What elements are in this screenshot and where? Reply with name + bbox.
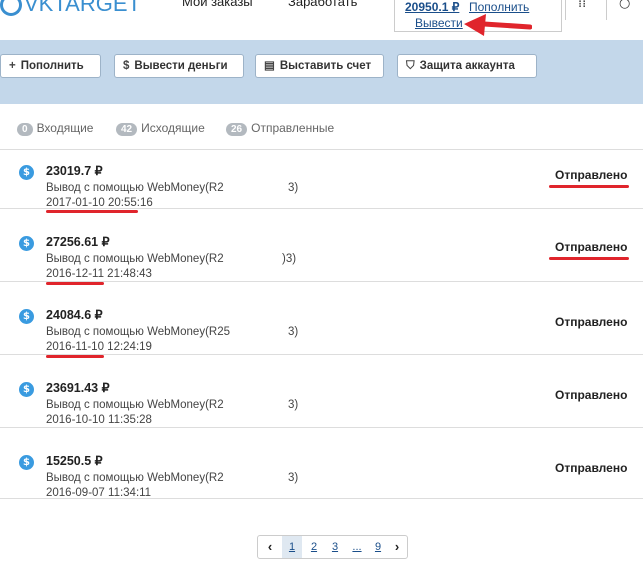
transaction-status: Отправлено	[555, 168, 628, 182]
tab-count-badge: 42	[116, 123, 138, 136]
next-page-icon[interactable]: ›	[386, 536, 408, 558]
issue-invoice-button[interactable]: ▤ Выставить счет	[255, 54, 384, 78]
red-underline-mark	[549, 185, 629, 188]
tab-count-badge: 26	[226, 123, 248, 136]
nav-earn[interactable]: Заработать	[288, 0, 357, 9]
list-divider	[0, 498, 643, 499]
tab-label: Исходящие	[141, 121, 205, 135]
dollar-coin-icon: $	[19, 455, 34, 470]
transaction-amount: 23019.7 ₽	[46, 164, 103, 178]
logo-text: VKTARGET	[24, 0, 141, 16]
pagination: ‹ 1 2 3 ... 9 ›	[257, 535, 408, 559]
shield-icon: ⛉	[406, 60, 415, 72]
transaction-status: Отправлено	[555, 461, 628, 475]
withdraw-money-button-label: Вывести деньги	[134, 60, 228, 72]
action-bar: + Пополнить $ Вывести деньги ▤ Выставить сч…	[0, 40, 643, 104]
transaction-amount: 15250.5 ₽	[46, 454, 103, 468]
topup-button-label: Пополнить	[20, 60, 84, 72]
dollar-coin-icon: $	[19, 165, 34, 180]
page-link-1[interactable]: 1	[282, 536, 302, 558]
transaction-description: Вывод с помощью WebMoney(R2	[46, 182, 224, 194]
stats-icon-box[interactable]: ⁞⁞	[565, 0, 605, 20]
withdraw-link[interactable]: Вывести	[415, 16, 463, 30]
dollar-coin-icon: $	[19, 382, 34, 397]
transaction-description-tail: 3)	[288, 399, 299, 411]
transaction-status: Отправлено	[555, 240, 628, 254]
transaction-date: 2016-11-10 12:24:19	[46, 341, 152, 353]
account-protection-button[interactable]: ⛉ Защита аккаунта	[397, 54, 537, 78]
tab-count-badge: 0	[17, 123, 33, 136]
logo[interactable]: VKTARGET	[0, 0, 141, 17]
transaction-status: Отправлено	[555, 388, 628, 402]
tab-outgoing[interactable]: 42 Исходящие	[116, 121, 205, 136]
page-link-9[interactable]: 9	[368, 536, 388, 558]
transaction-amount: 23691.43 ₽	[46, 381, 110, 395]
balance-amount[interactable]: 20950.1 ₽	[405, 0, 459, 14]
transaction-row: $ 15250.5 ₽ Вывод с помощью WebMoney(R2 …	[0, 427, 643, 500]
transaction-description: Вывод с помощью WebMoney(R25	[46, 326, 230, 338]
transaction-description-tail: 3)	[288, 472, 299, 484]
tab-sent[interactable]: 26 Отправленные	[226, 121, 334, 136]
red-arrow-icon	[464, 14, 532, 36]
prev-page-icon[interactable]: ‹	[258, 536, 282, 558]
red-underline-mark	[549, 257, 629, 260]
dollar-icon: $	[123, 60, 130, 72]
power-icon: ○	[619, 0, 631, 11]
topup-button[interactable]: + Пополнить	[0, 54, 101, 78]
transaction-row: $ 23691.43 ₽ Вывод с помощью WebMoney(R2…	[0, 354, 643, 427]
transaction-description-tail: 3)	[288, 182, 299, 194]
transaction-row: $ 24084.6 ₽ Вывод с помощью WebMoney(R25…	[0, 281, 643, 358]
dollar-coin-icon: $	[19, 309, 34, 324]
transaction-description-tail: 3)	[288, 326, 299, 338]
tab-label: Входящие	[36, 121, 94, 135]
plus-icon: +	[9, 60, 16, 72]
page-link-3[interactable]: 3	[325, 536, 345, 558]
transaction-description-tail: )3)	[282, 253, 297, 265]
transaction-description: Вывод с помощью WebMoney(R2	[46, 399, 224, 411]
transaction-amount: 24084.6 ₽	[46, 308, 103, 322]
transaction-description: Вывод с помощью WebMoney(R2	[46, 472, 224, 484]
tab-label: Отправленные	[251, 121, 335, 135]
transaction-row: $ 27256.61 ₽ Вывод с помощью WebMoney(R2…	[0, 208, 643, 285]
tab-incoming[interactable]: 0 Входящие	[17, 121, 93, 136]
page-link-2[interactable]: 2	[304, 536, 324, 558]
transaction-status: Отправлено	[555, 315, 628, 329]
stats-icon: ⁞⁞	[578, 0, 587, 11]
logout-icon-box[interactable]: ○	[606, 0, 643, 20]
page-ellipsis: ...	[352, 541, 362, 553]
transaction-date: 2016-10-10 11:35:28	[46, 414, 152, 426]
account-protection-button-label: Защита аккаунта	[419, 60, 515, 72]
transaction-date: 2016-12-11 21:48:43	[46, 268, 152, 280]
transaction-description: Вывод с помощью WebMoney(R2	[46, 253, 224, 265]
issue-invoice-button-label: Выставить счет	[279, 60, 372, 72]
nav-my-orders[interactable]: Мои заказы	[182, 0, 253, 9]
top-header: VKTARGET Мои заказы Заработать 20950.1 ₽…	[0, 0, 643, 32]
dollar-coin-icon: $	[19, 236, 34, 251]
transaction-amount: 27256.61 ₽	[46, 235, 110, 249]
withdraw-money-button[interactable]: $ Вывести деньги	[114, 54, 244, 78]
logo-mark-icon	[0, 0, 22, 17]
document-icon: ▤	[264, 60, 275, 72]
